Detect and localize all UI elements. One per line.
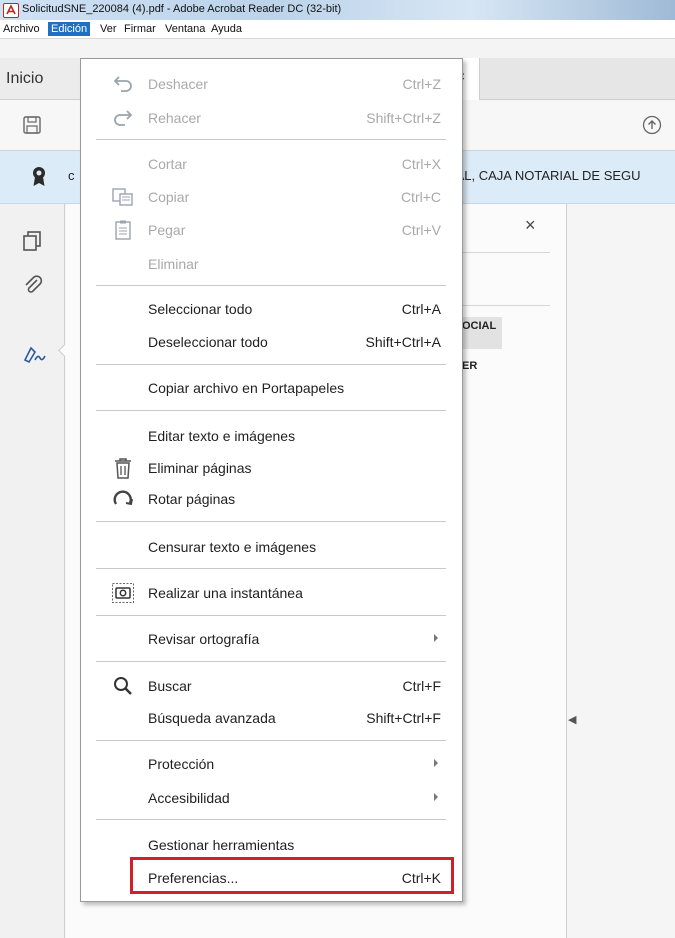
menu-item-copiar-archivo[interactable]: Copiar archivo en Portapapeles xyxy=(81,375,462,401)
menu-item-pegar[interactable]: Pegar Ctrl+V xyxy=(81,217,462,243)
copy-icon xyxy=(112,188,133,206)
tab-home-label: Inicio xyxy=(6,70,44,87)
menu-archivo[interactable]: Archivo xyxy=(0,22,43,36)
panel-divider xyxy=(462,305,550,306)
notification-c: c xyxy=(68,168,75,183)
acrobat-icon xyxy=(3,3,19,18)
menu-item-rotar-paginas[interactable]: Rotar páginas xyxy=(81,486,462,512)
preferencias-highlight-box xyxy=(130,857,454,894)
menu-ayuda[interactable]: Ayuda xyxy=(208,22,245,36)
menu-item-accesibilidad[interactable]: Accesibilidad xyxy=(81,785,462,811)
submenu-arrow-icon xyxy=(434,634,438,642)
menu-item-rehacer[interactable]: Rehacer Shift+Ctrl+Z xyxy=(81,105,462,131)
menu-firmar[interactable]: Firmar xyxy=(121,22,159,36)
rotate-icon xyxy=(113,490,133,506)
save-icon[interactable] xyxy=(22,115,42,135)
paste-icon xyxy=(115,220,131,240)
menu-separator xyxy=(96,740,446,741)
menu-item-deshacer[interactable]: Deshacer Ctrl+Z xyxy=(81,71,462,97)
menu-ventana[interactable]: Ventana xyxy=(162,22,208,36)
menu-separator xyxy=(96,661,446,662)
submenu-arrow-icon xyxy=(434,759,438,767)
panel-signature-item[interactable]: OCIAL xyxy=(462,317,502,349)
signature-icon[interactable] xyxy=(22,342,48,364)
menu-ver[interactable]: Ver xyxy=(97,22,120,36)
menu-separator xyxy=(96,139,446,140)
trash-icon xyxy=(115,458,131,479)
panel-item-label: OCIAL xyxy=(462,320,497,332)
tab-home[interactable]: Inicio xyxy=(0,58,80,99)
menu-separator xyxy=(96,819,446,820)
panel-close-icon[interactable]: × xyxy=(525,215,536,236)
title-bar: SolicitudSNE_220084 (4).pdf - Adobe Acro… xyxy=(0,0,675,20)
menu-item-instantanea[interactable]: Realizar una instantánea xyxy=(81,580,462,606)
menu-item-seleccionar-todo[interactable]: Seleccionar todo Ctrl+A xyxy=(81,296,462,322)
menu-item-proteccion[interactable]: Protección xyxy=(81,751,462,777)
snapshot-icon xyxy=(112,583,134,603)
attachment-icon[interactable] xyxy=(22,274,44,296)
menu-item-revisar-ortografia[interactable]: Revisar ortografía xyxy=(81,626,462,652)
menu-separator xyxy=(96,410,446,411)
menu-item-buscar[interactable]: Buscar Ctrl+F xyxy=(81,673,462,699)
menu-separator xyxy=(96,615,446,616)
menu-item-busqueda-avanzada[interactable]: Búsqueda avanzada Shift+Ctrl+F xyxy=(81,705,462,731)
edicion-menu: Deshacer Ctrl+Z Rehacer Shift+Ctrl+Z Cor… xyxy=(80,58,463,902)
menu-item-copiar[interactable]: Copiar Ctrl+C xyxy=(81,184,462,210)
undo-icon xyxy=(113,76,132,92)
menu-separator xyxy=(96,364,446,365)
menu-edicion[interactable]: Edición xyxy=(48,22,91,36)
menu-separator xyxy=(96,568,446,569)
menu-item-censurar[interactable]: Censurar texto e imágenes xyxy=(81,534,462,560)
left-rail xyxy=(0,204,71,938)
pages-icon[interactable] xyxy=(22,230,44,252)
document-area[interactable] xyxy=(567,204,675,938)
menu-item-editar-texto[interactable]: Editar texto e imágenes xyxy=(81,423,462,449)
menu-item-gestionar-herramientas[interactable]: Gestionar herramientas xyxy=(81,832,462,858)
window-title: SolicitudSNE_220084 (4).pdf - Adobe Acro… xyxy=(22,3,342,15)
upload-icon[interactable] xyxy=(642,115,662,135)
panel-divider xyxy=(462,252,550,253)
menu-item-eliminar[interactable]: Eliminar xyxy=(81,251,462,277)
search-icon xyxy=(114,677,132,695)
notification-text: IAL, CAJA NOTARIAL DE SEGU xyxy=(452,168,641,183)
collapse-panel-icon[interactable]: ◀ xyxy=(568,713,576,726)
menu-separator xyxy=(96,285,446,286)
redo-icon xyxy=(114,110,133,126)
certificate-icon xyxy=(33,167,45,186)
menu-bar: Archivo Edición Ver Firmar Ventana Ayuda xyxy=(0,20,675,39)
menu-item-eliminar-paginas[interactable]: Eliminar páginas xyxy=(81,455,462,481)
menu-separator xyxy=(96,521,446,522)
panel-item-label: ER xyxy=(462,360,478,372)
menu-item-cortar[interactable]: Cortar Ctrl+X xyxy=(81,151,462,177)
menu-item-deseleccionar-todo[interactable]: Deseleccionar todo Shift+Ctrl+A xyxy=(81,329,462,355)
submenu-arrow-icon xyxy=(434,793,438,801)
